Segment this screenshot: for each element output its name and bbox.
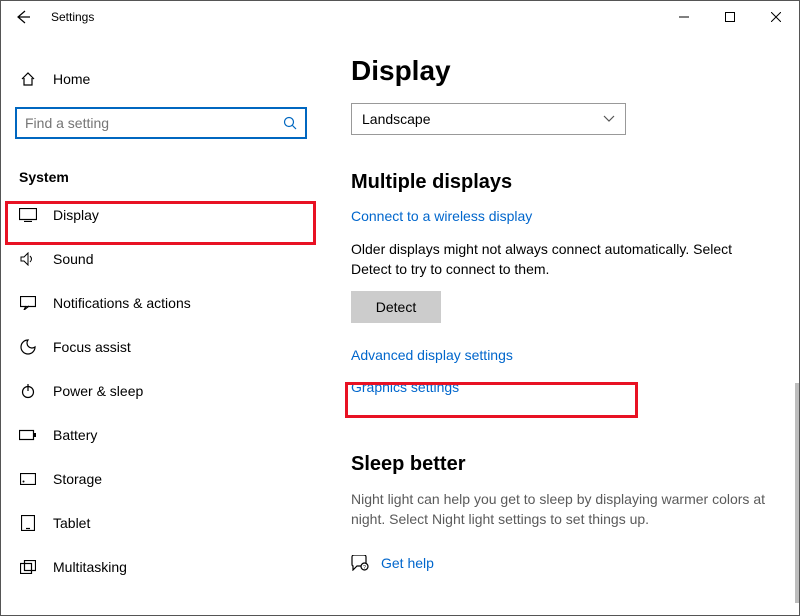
orientation-dropdown[interactable]: Landscape [351, 103, 626, 135]
sidebar-item-label: Sound [53, 251, 93, 267]
svg-text:?: ? [363, 565, 366, 571]
sidebar-item-label: Notifications & actions [53, 295, 191, 311]
search-field[interactable] [25, 115, 283, 131]
tablet-icon [19, 515, 37, 531]
sidebar-item-battery[interactable]: Battery [1, 413, 321, 457]
detect-button[interactable]: Detect [351, 291, 441, 323]
titlebar-left: Settings [15, 9, 94, 25]
sidebar-item-label: Multitasking [53, 559, 127, 575]
help-icon: ? [351, 555, 369, 571]
sidebar-item-label: Display [53, 207, 99, 223]
connect-wireless-link[interactable]: Connect to a wireless display [351, 208, 532, 224]
notifications-icon [19, 296, 37, 310]
get-help-row[interactable]: ? Get help [351, 555, 787, 571]
maximize-button[interactable] [707, 1, 753, 33]
titlebar: Settings [1, 1, 799, 33]
storage-icon [19, 473, 37, 485]
settings-window: Settings Home [0, 0, 800, 616]
window-controls [661, 1, 799, 33]
focus-assist-icon [19, 339, 37, 355]
sidebar-item-label: Storage [53, 471, 102, 487]
sidebar-item-storage[interactable]: Storage [1, 457, 321, 501]
sidebar-item-label: Focus assist [53, 339, 131, 355]
window-body: Home System Display [1, 33, 799, 615]
sidebar-item-label: Tablet [53, 515, 90, 531]
sidebar-item-sound[interactable]: Sound [1, 237, 321, 281]
search-wrap [15, 107, 307, 139]
power-icon [19, 383, 37, 399]
back-icon[interactable] [15, 9, 31, 25]
search-icon [283, 116, 297, 130]
window-title: Settings [51, 10, 94, 24]
chevron-down-icon [603, 115, 615, 123]
multitasking-icon [19, 560, 37, 574]
sidebar-item-multitasking[interactable]: Multitasking [1, 545, 321, 589]
scrollbar[interactable] [795, 383, 799, 603]
battery-icon [19, 429, 37, 441]
sidebar-item-notifications[interactable]: Notifications & actions [1, 281, 321, 325]
home-label: Home [53, 71, 90, 87]
home-link[interactable]: Home [1, 61, 321, 97]
close-button[interactable] [753, 1, 799, 33]
category-label: System [19, 169, 321, 185]
display-icon [19, 208, 37, 222]
page-title: Display [351, 55, 787, 87]
orientation-value: Landscape [362, 111, 431, 127]
get-help-link[interactable]: Get help [381, 555, 434, 571]
minimize-button[interactable] [661, 1, 707, 33]
sidebar-item-label: Battery [53, 427, 97, 443]
advanced-display-link[interactable]: Advanced display settings [351, 347, 513, 363]
multiple-displays-heading: Multiple displays [351, 171, 787, 194]
sidebar-item-power-sleep[interactable]: Power & sleep [1, 369, 321, 413]
sidebar: Home System Display [1, 33, 321, 615]
sleep-better-heading: Sleep better [351, 453, 787, 476]
sound-icon [19, 252, 37, 266]
sidebar-item-label: Power & sleep [53, 383, 143, 399]
graphics-settings-link[interactable]: Graphics settings [351, 379, 459, 395]
sidebar-item-focus-assist[interactable]: Focus assist [1, 325, 321, 369]
home-icon [19, 71, 37, 87]
older-displays-text: Older displays might not always connect … [351, 240, 771, 279]
main-content: Display Landscape Multiple displays Conn… [321, 33, 799, 615]
sidebar-item-tablet[interactable]: Tablet [1, 501, 321, 545]
sidebar-item-display[interactable]: Display [1, 193, 321, 237]
search-input[interactable] [15, 107, 307, 139]
sleep-better-desc: Night light can help you get to sleep by… [351, 490, 771, 529]
